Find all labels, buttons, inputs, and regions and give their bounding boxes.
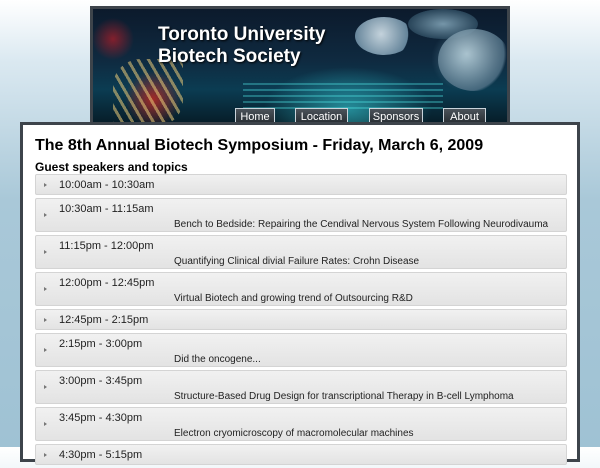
dna-helix-graphic — [113, 59, 183, 124]
schedule-time: 12:45pm - 2:15pm — [59, 314, 149, 326]
schedule-time: 10:30am - 11:15am — [59, 203, 154, 215]
schedule-list: 10:00am - 10:30am 10:30am - 11:15am Benc… — [35, 174, 567, 468]
site-title-line2: Biotech Society — [158, 46, 301, 67]
schedule-topic: Electron cryomicroscopy of macromolecula… — [174, 428, 414, 439]
expand-arrow-icon — [44, 287, 47, 291]
water-reflection-graphic — [243, 79, 443, 109]
schedule-time: 3:00pm - 3:45pm — [59, 375, 143, 387]
expand-arrow-icon — [44, 453, 47, 457]
schedule-time: 10:00am - 10:30am — [59, 179, 155, 191]
expand-arrow-icon — [44, 250, 47, 254]
schedule-row[interactable]: 3:00pm - 3:45pm Structure-Based Drug Des… — [35, 370, 567, 404]
page-title: The 8th Annual Biotech Symposium - Frida… — [35, 137, 484, 154]
schedule-topic: Virtual Biotech and growing trend of Out… — [174, 293, 413, 304]
schedule-time: 12:00pm - 12:45pm — [59, 277, 155, 289]
schedule-row[interactable]: 12:45pm - 2:15pm — [35, 309, 567, 330]
schedule-time: 3:45pm - 4:30pm — [59, 412, 143, 424]
expand-arrow-icon — [44, 348, 47, 352]
expand-arrow-icon — [44, 318, 47, 322]
schedule-row[interactable]: 10:30am - 11:15am Bench to Bedside: Repa… — [35, 198, 567, 232]
site-title-line1: Toronto University — [158, 24, 326, 45]
schedule-row[interactable]: 11:15pm - 12:00pm Quantifying Clinical d… — [35, 235, 567, 269]
schedule-topic: Structure-Based Drug Design for transcri… — [174, 391, 514, 402]
schedule-topic: Did the oncogene... — [174, 354, 261, 365]
content-panel: The 8th Annual Biotech Symposium - Frida… — [20, 122, 580, 465]
expand-arrow-icon — [44, 385, 47, 389]
schedule-row[interactable]: 10:00am - 10:30am — [35, 174, 567, 195]
schedule-topic: Bench to Bedside: Repairing the Cendival… — [174, 219, 549, 230]
cell-graphic — [438, 29, 507, 91]
moon-graphic — [355, 17, 413, 55]
schedule-row[interactable]: 12:00pm - 12:45pm Virtual Biotech and gr… — [35, 272, 567, 306]
section-subtitle: Guest speakers and topics — [35, 160, 188, 174]
schedule-time: 11:15pm - 12:00pm — [59, 240, 154, 252]
expand-arrow-icon — [44, 422, 47, 426]
schedule-topic: Quantifying Clinical divial Failure Rate… — [174, 256, 420, 267]
schedule-row[interactable]: 2:15pm - 3:00pm Did the oncogene... — [35, 333, 567, 367]
schedule-row[interactable]: 4:30pm - 5:15pm — [35, 444, 567, 465]
expand-arrow-icon — [44, 213, 47, 217]
schedule-row[interactable]: 3:45pm - 4:30pm Electron cryomicroscopy … — [35, 407, 567, 441]
schedule-time: 2:15pm - 3:00pm — [59, 338, 143, 350]
expand-arrow-icon — [44, 183, 47, 187]
site-title: Toronto University Biotech Society — [158, 24, 326, 68]
schedule-time: 4:30pm - 5:15pm — [59, 449, 143, 461]
header-banner: Toronto University Biotech Society Home … — [90, 6, 510, 124]
